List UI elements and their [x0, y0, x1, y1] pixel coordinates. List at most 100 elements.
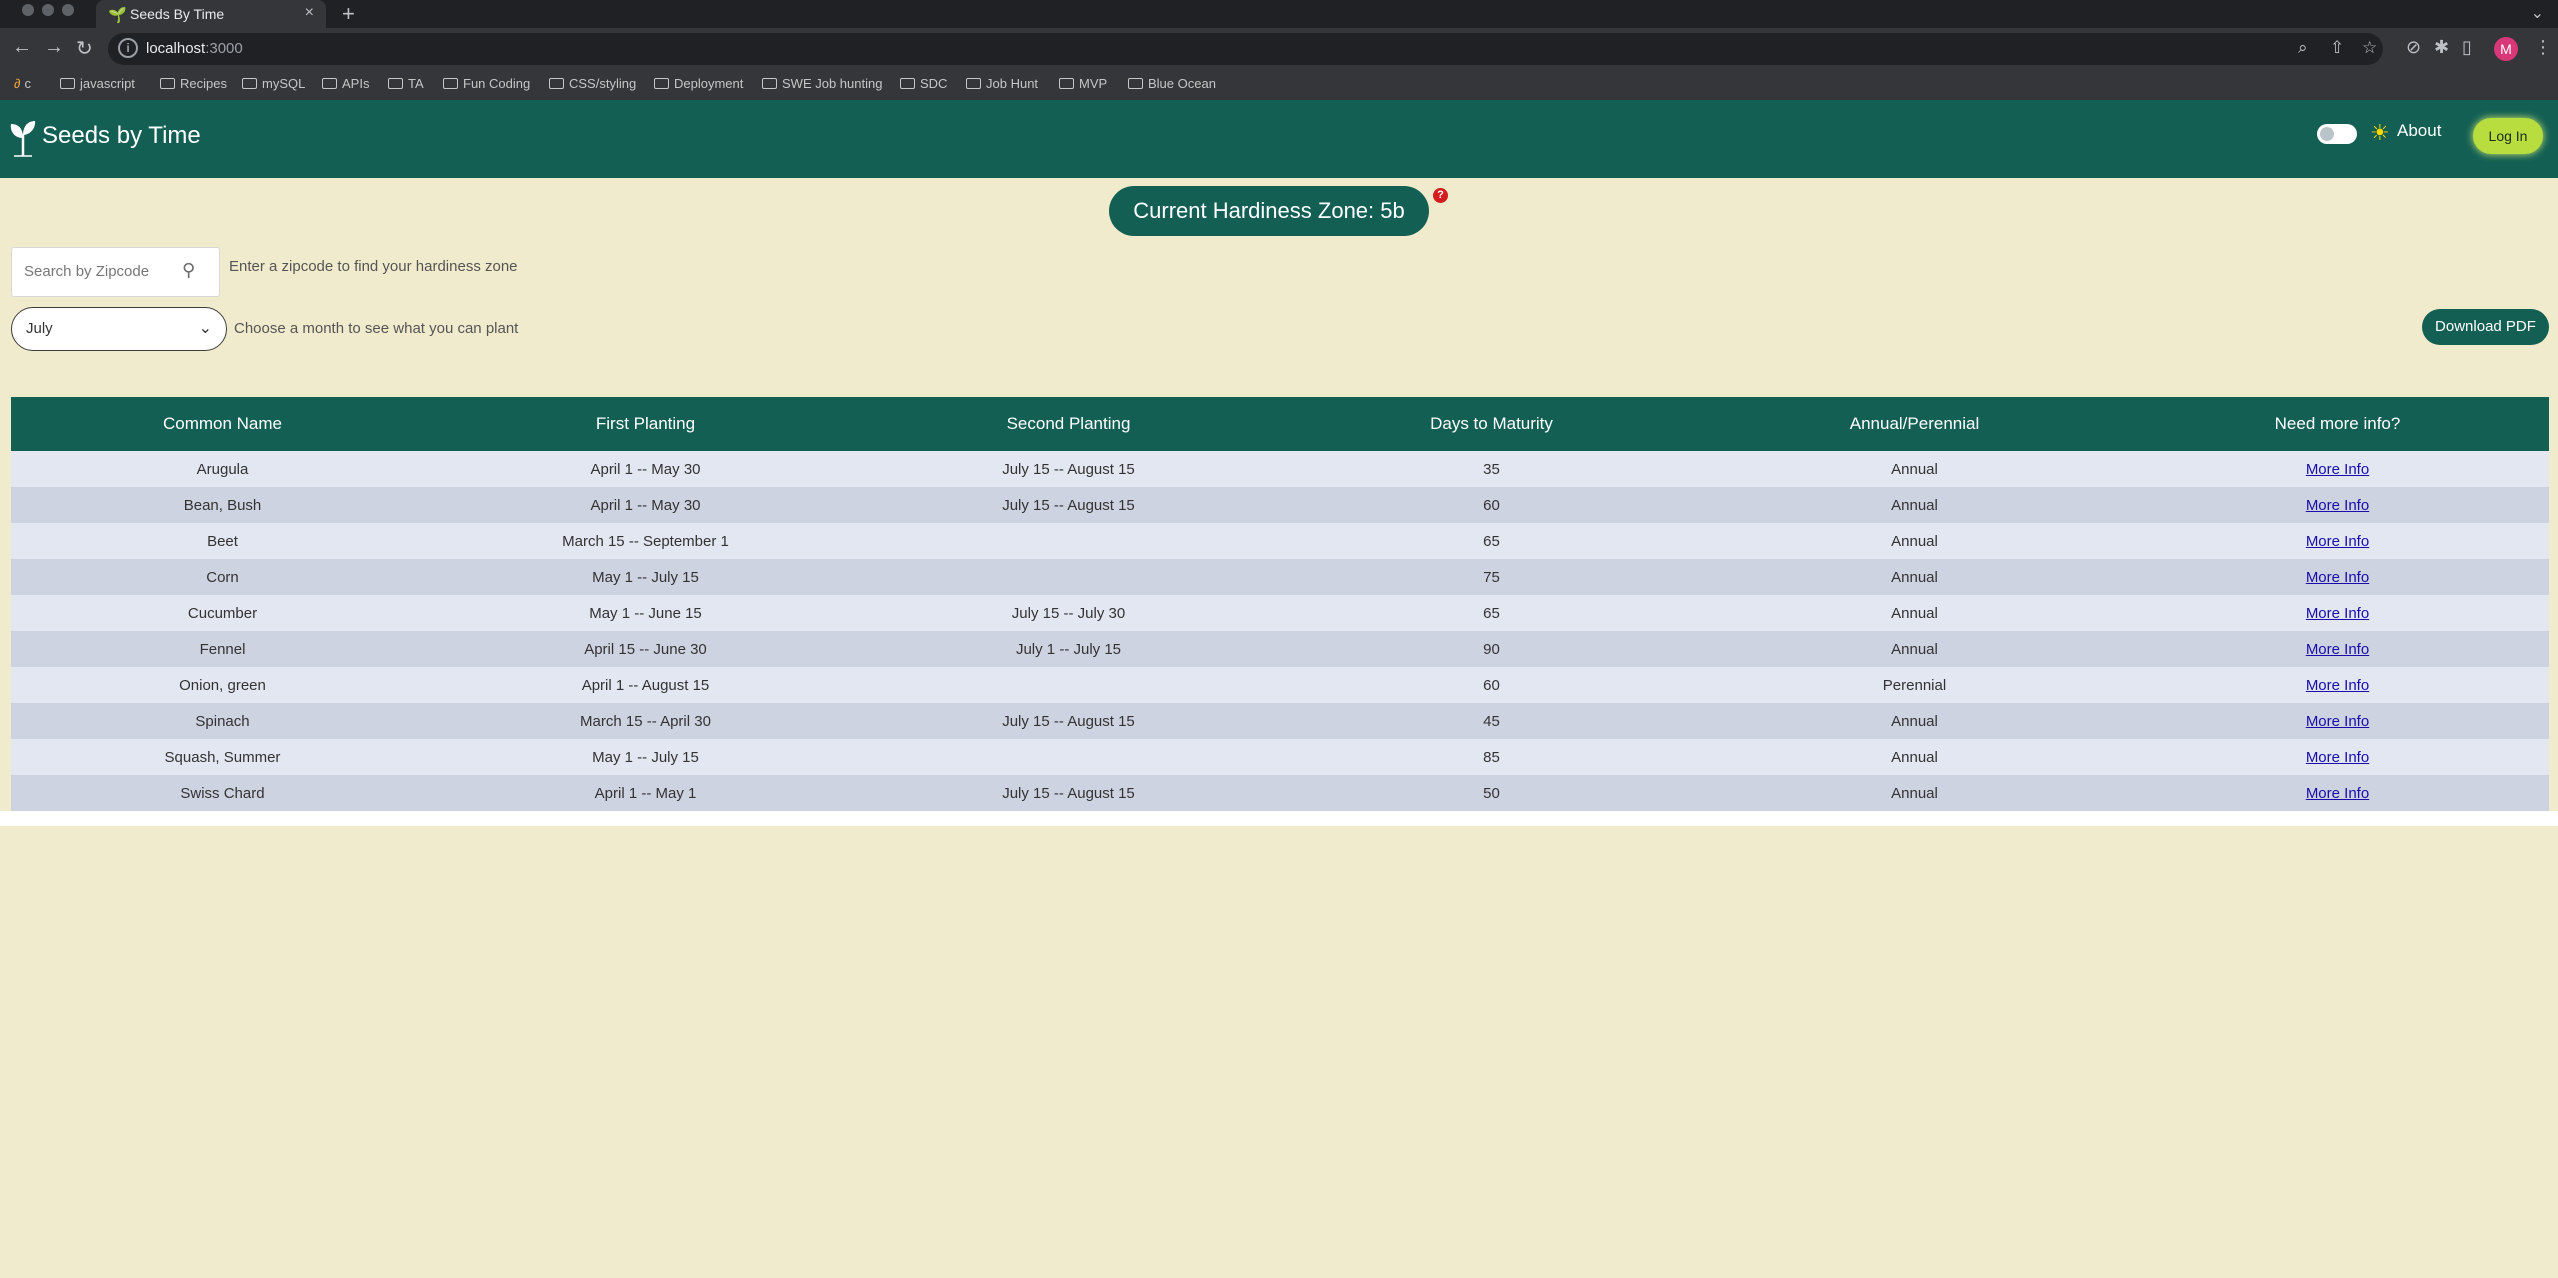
folder-icon — [900, 78, 915, 89]
table-cell: May 1 -- June 15 — [589, 604, 702, 622]
table-cell: More Info — [2126, 775, 2549, 811]
month-select[interactable]: July ⌄ — [11, 307, 227, 351]
side-panel-icon[interactable]: ▯ — [2462, 37, 2472, 58]
table-cell — [857, 667, 1280, 703]
table-cell: Corn — [206, 568, 239, 586]
browser-menu-icon[interactable]: ⋮ — [2534, 37, 2552, 58]
more-info-link[interactable]: More Info — [2306, 641, 2369, 658]
bookmark-folder[interactable]: Deployment — [654, 76, 743, 91]
folder-icon — [60, 78, 75, 89]
table-cell: Arugula — [196, 460, 249, 478]
more-info-link[interactable]: More Info — [2306, 533, 2369, 550]
site-info-icon[interactable]: i — [118, 38, 138, 58]
bookmark-folder[interactable]: MVP — [1059, 76, 1107, 91]
tab-close-icon[interactable]: × — [305, 4, 314, 22]
bookmark-folder[interactable]: Job Hunt — [966, 76, 1038, 91]
forward-arrow-icon[interactable]: → — [44, 36, 64, 59]
bookmark-folder[interactable]: mySQL — [242, 76, 305, 91]
folder-icon — [443, 78, 458, 89]
table-cell: 65 — [1483, 532, 1500, 550]
bookmark-folder[interactable]: Recipes — [160, 76, 227, 91]
table-row: Squash, Summer May 1 -- July 15 85 Annual Mo… — [11, 739, 2549, 775]
search-icon[interactable]: ⚲ — [182, 260, 195, 281]
seedling-favicon-icon: 🌱 — [108, 7, 127, 24]
bookmark-folder[interactable]: SDC — [900, 76, 947, 91]
bookmark-folder[interactable]: Blue Ocean — [1128, 76, 1216, 91]
table-cell: More Info — [2126, 451, 2549, 487]
window-minimize-dot[interactable] — [42, 4, 54, 16]
extensions-puzzle-icon[interactable]: ✱ — [2434, 37, 2449, 58]
page-divider — [0, 811, 2558, 826]
table-cell: Annual — [1891, 496, 1938, 514]
more-info-link[interactable]: More Info — [2306, 749, 2369, 766]
column-header: Second Planting — [1006, 414, 1131, 433]
table-cell: Annual — [1891, 748, 1938, 766]
bookmark-item[interactable]: ∂ c — [14, 76, 31, 91]
table-cell: Bean, Bush — [183, 496, 262, 514]
bookmark-folder[interactable]: javascript — [60, 76, 135, 91]
bookmark-star-icon[interactable]: ☆ — [2362, 38, 2377, 58]
table-row: Bean, Bush April 1 -- May 30 July 15 -- Au… — [11, 487, 2549, 523]
bookmark-icon: ∂ — [14, 76, 21, 91]
new-tab-button[interactable]: + — [342, 1, 355, 27]
help-question-icon[interactable]: ? — [1433, 188, 1448, 203]
table-cell: Perennial — [1882, 676, 1947, 694]
more-info-link[interactable]: More Info — [2306, 785, 2369, 802]
about-link[interactable]: About — [2397, 121, 2441, 141]
reload-icon[interactable]: ↻ — [76, 36, 93, 61]
tab-title: Seeds By Time — [130, 6, 225, 22]
more-info-link[interactable]: More Info — [2306, 605, 2369, 622]
more-info-link[interactable]: More Info — [2306, 569, 2369, 586]
window-close-dot[interactable] — [22, 4, 34, 16]
zipcode-hint: Enter a zipcode to find your hardiness z… — [229, 258, 518, 275]
table-row: Fennel April 15 -- June 30 July 1 -- July … — [11, 631, 2549, 667]
address-bar[interactable]: i localhost:3000 ⌕ ⇧ ☆ — [108, 33, 2383, 65]
window-zoom-dot[interactable] — [62, 4, 74, 16]
table-cell: More Info — [2126, 595, 2549, 631]
back-arrow-icon[interactable]: ← — [12, 36, 32, 59]
table-cell: More Info — [2126, 523, 2549, 559]
browser-tab-strip: 🌱 Seeds By Time × + ⌄ — [0, 0, 2558, 28]
extension-shield-icon[interactable]: ⊘ — [2406, 37, 2421, 58]
folder-icon — [1128, 78, 1143, 89]
table-cell: 75 — [1483, 568, 1500, 586]
table-cell: July 15 -- August 15 — [1002, 784, 1135, 802]
table-cell: Spinach — [195, 712, 250, 730]
table-cell: Onion, green — [179, 676, 266, 694]
folder-icon — [1059, 78, 1074, 89]
browser-tab[interactable]: 🌱 Seeds By Time × — [96, 0, 326, 28]
table-cell: More Info — [2126, 667, 2549, 703]
table-row: Corn May 1 -- July 15 75 Annual More Info — [11, 559, 2549, 595]
table-cell: April 1 -- May 30 — [590, 460, 701, 478]
bookmark-folder[interactable]: APIs — [322, 76, 369, 91]
more-info-link[interactable]: More Info — [2306, 497, 2369, 514]
bookmark-folder[interactable]: SWE Job hunting — [762, 76, 882, 91]
zoom-icon[interactable]: ⌕ — [2298, 38, 2308, 58]
table-cell — [857, 523, 1280, 559]
bookmark-folder[interactable]: CSS/styling — [549, 76, 636, 91]
folder-icon — [654, 78, 669, 89]
share-icon[interactable]: ⇧ — [2330, 38, 2344, 58]
table-cell: 45 — [1483, 712, 1500, 730]
brand-title[interactable]: Seeds by Time — [42, 122, 201, 150]
table-cell: July 15 -- August 15 — [1002, 496, 1135, 514]
tab-search-chevron-icon[interactable]: ⌄ — [2531, 3, 2544, 23]
chevron-down-icon: ⌄ — [198, 320, 212, 337]
table-cell: March 15 -- September 1 — [562, 532, 729, 550]
month-hint: Choose a month to see what you can plant — [234, 320, 519, 337]
more-info-link[interactable]: More Info — [2306, 461, 2369, 478]
zipcode-search-input[interactable]: Search by Zipcode ⚲ — [11, 247, 220, 297]
download-pdf-button[interactable]: Download PDF — [2422, 309, 2549, 345]
table-cell — [857, 739, 1280, 775]
bookmark-folder[interactable]: TA — [388, 76, 424, 91]
profile-avatar[interactable]: M — [2494, 37, 2518, 61]
dark-mode-toggle[interactable] — [2317, 124, 2357, 144]
table-cell: 35 — [1483, 460, 1500, 478]
more-info-link[interactable]: More Info — [2306, 713, 2369, 730]
login-button[interactable]: Log In — [2473, 118, 2543, 154]
table-cell: Beet — [207, 532, 238, 550]
seedling-logo-icon[interactable] — [8, 118, 38, 158]
more-info-link[interactable]: More Info — [2306, 677, 2369, 694]
table-cell: More Info — [2126, 487, 2549, 523]
bookmark-folder[interactable]: Fun Coding — [443, 76, 530, 91]
